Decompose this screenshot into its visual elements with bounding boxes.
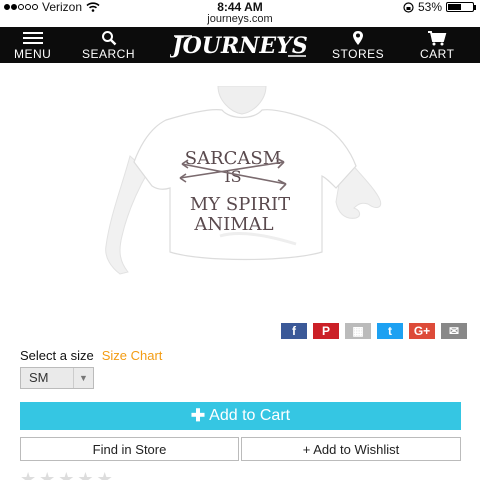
pinterest-icon[interactable]: P xyxy=(313,323,339,339)
stores-button[interactable]: STORES xyxy=(332,29,384,61)
menu-label: MENU xyxy=(14,47,52,61)
find-in-store-button[interactable]: Find in Store xyxy=(20,437,239,461)
add-to-wishlist-label: + Add to Wishlist xyxy=(302,441,400,457)
search-button[interactable]: SEARCH xyxy=(82,29,135,61)
star-icon: ★ xyxy=(58,469,75,480)
google-plus-icon[interactable]: G+ xyxy=(409,323,435,339)
add-to-cart-button[interactable]: ✚ Add to Cart xyxy=(20,402,461,430)
email-icon[interactable]: ✉ xyxy=(441,323,467,339)
size-row: Select a size Size Chart xyxy=(20,348,162,363)
brand-name: JOURNEYS xyxy=(170,33,308,59)
status-right: 53% xyxy=(403,0,476,14)
search-icon xyxy=(101,31,116,46)
rotation-lock-icon xyxy=(403,1,414,13)
status-bar: Verizon 8:44 AM 53% xyxy=(0,0,480,14)
location-pin-icon xyxy=(353,31,364,45)
shirt-text-line: MY SPIRIT xyxy=(190,194,290,215)
grid-icon[interactable]: ▦ xyxy=(345,323,371,339)
plus-icon: ✚ xyxy=(190,406,206,425)
battery-icon xyxy=(446,2,476,12)
cart-icon xyxy=(428,31,447,46)
size-chart-link[interactable]: Size Chart xyxy=(102,348,163,363)
stores-label: STORES xyxy=(332,47,385,61)
battery-percent: 53% xyxy=(417,0,442,14)
cart-label: CART xyxy=(420,47,455,61)
find-in-store-label: Find in Store xyxy=(92,441,167,457)
facebook-icon[interactable]: f xyxy=(281,323,307,339)
twitter-icon[interactable]: t xyxy=(377,323,403,339)
address-bar-url[interactable]: journeys.com xyxy=(0,13,480,25)
star-icon: ★ xyxy=(96,469,113,480)
star-icon: ★ xyxy=(20,469,37,480)
add-to-cart-label: Add to Cart xyxy=(209,407,291,424)
cart-button[interactable]: CART xyxy=(420,29,454,61)
hamburger-icon xyxy=(22,32,43,44)
site-nav-bar: MENU SEARCH JOURNEYS STORES CART xyxy=(0,27,480,63)
product-image[interactable]: SARCASM IS MY SPIRIT ANIMAL xyxy=(100,86,385,281)
chevron-down-icon: ▼ xyxy=(73,368,93,388)
add-to-wishlist-button[interactable]: + Add to Wishlist xyxy=(241,437,461,461)
size-label: Select a size xyxy=(20,348,94,363)
shirt-text-line: ANIMAL xyxy=(193,214,273,235)
rating-stars: ★ ★ ★ ★ ★ xyxy=(20,470,113,480)
journeys-logo[interactable]: JOURNEYS xyxy=(170,30,310,60)
shirt-text-line: SARCASM xyxy=(185,148,281,169)
star-icon: ★ xyxy=(39,469,56,480)
star-icon: ★ xyxy=(77,469,94,480)
size-select-value: SM xyxy=(29,370,49,385)
menu-button[interactable]: MENU xyxy=(14,29,51,61)
search-label: SEARCH xyxy=(82,47,136,61)
size-select[interactable]: SM ▼ xyxy=(20,367,94,389)
share-bar: f P ▦ t G+ ✉ xyxy=(281,323,467,339)
